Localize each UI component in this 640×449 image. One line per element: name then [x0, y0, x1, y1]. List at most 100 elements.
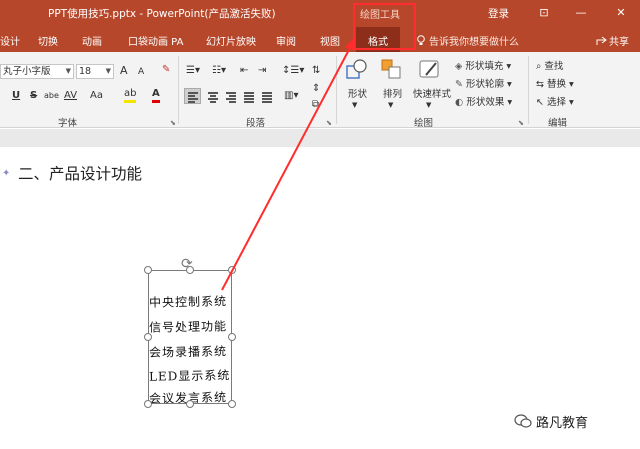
tell-me-text: 告诉我你想要做什么	[429, 37, 519, 48]
textbox-line: 信号处理功能	[148, 319, 228, 335]
tab-transitions[interactable]: 切换	[38, 33, 58, 48]
smartart-icon[interactable]: ⧉	[312, 98, 319, 112]
group-divider	[336, 56, 337, 124]
wechat-icon	[514, 414, 532, 428]
strikethrough-button[interactable]: S	[30, 89, 37, 103]
tab-animations[interactable]: 动画	[82, 33, 102, 48]
restore-ribbon-icon[interactable]: ⊡	[535, 4, 553, 22]
select-label: 选择	[547, 97, 567, 108]
paint-bucket-icon: ◈	[455, 61, 463, 72]
bullet-marker-icon: ✦	[2, 168, 11, 179]
highlight-button[interactable]: ab	[124, 88, 137, 103]
find-label: 查找	[544, 61, 564, 72]
drawing-group-label: 绘图	[414, 118, 434, 129]
slide-heading[interactable]: 二、产品设计功能	[18, 162, 142, 184]
chevron-down-icon: ▼	[352, 101, 358, 109]
font-size-combo[interactable]: 18 ▼	[76, 64, 114, 79]
resize-handle-left[interactable]	[144, 333, 152, 341]
chevron-down-icon: ▼	[426, 101, 432, 109]
pen-icon: ✎	[455, 79, 463, 90]
title-bar: PPT使用技巧.pptx - PowerPoint(产品激活失败) 绘图工具 登…	[0, 0, 640, 27]
group-divider	[178, 56, 179, 124]
window-title: PPT使用技巧.pptx - PowerPoint(产品激活失败)	[48, 8, 276, 20]
textbox-line: 会场录播系统	[148, 344, 228, 360]
annotation-highlight-box	[353, 3, 416, 50]
editing-group-label: 编辑	[548, 118, 568, 129]
textbox-line: 中央控制系统	[148, 294, 228, 310]
shape-outline-button[interactable]: ✎ 形状轮廓 ▾	[455, 76, 512, 90]
line-spacing-icon[interactable]: ↕☰▾	[282, 64, 304, 78]
shape-effects-button[interactable]: ◐ 形状效果 ▾	[455, 94, 512, 108]
share-button[interactable]: 共享	[596, 33, 629, 48]
font-name-value: 丸子小字版	[3, 66, 51, 77]
effects-icon: ◐	[455, 97, 464, 108]
ribbon-tabs: 设计 切换 动画 口袋动画 PA 幻灯片放映 审阅 视图 格式 告诉我你想要做什…	[0, 27, 640, 52]
increase-indent-icon[interactable]: ⇥	[258, 64, 266, 78]
minimize-icon[interactable]: —	[572, 4, 590, 22]
dialog-launcher-icon[interactable]: ⬊	[170, 116, 176, 130]
shapes-icon[interactable]	[345, 58, 369, 80]
tab-review[interactable]: 审阅	[276, 33, 296, 48]
resize-handle-top-right[interactable]	[228, 266, 236, 274]
shapes-button-label[interactable]: 形状	[348, 86, 367, 100]
grow-font-button[interactable]: A	[120, 64, 128, 78]
lightbulb-icon	[417, 35, 425, 45]
decrease-indent-icon[interactable]: ⇤	[240, 64, 248, 78]
resize-handle-top[interactable]	[186, 266, 194, 274]
quick-styles-button-label[interactable]: 快速样式	[413, 86, 451, 100]
share-label: 共享	[609, 37, 629, 48]
align-center-button[interactable]	[204, 88, 221, 104]
text-shadow-button[interactable]: abe	[44, 89, 59, 103]
cursor-icon: ↖	[536, 97, 544, 108]
dialog-launcher-icon[interactable]: ⬊	[326, 116, 332, 130]
find-button[interactable]: ⌕ 查找	[536, 58, 563, 72]
underline-button[interactable]: U	[12, 89, 20, 103]
justify-button[interactable]	[240, 88, 257, 104]
distribute-button[interactable]	[258, 88, 275, 104]
align-text-icon[interactable]: ⇕	[312, 82, 320, 96]
selected-textbox[interactable]: 中央控制系统 信号处理功能 会场录播系统 LED显示系统 会议发言系统	[148, 270, 232, 406]
replace-icon: ⇆	[536, 79, 544, 90]
resize-handle-bottom[interactable]	[186, 400, 194, 408]
bullets-icon[interactable]: ☰▾	[186, 64, 200, 78]
select-button[interactable]: ↖ 选择 ▾	[536, 94, 574, 108]
clear-format-icon[interactable]: ✎	[162, 63, 170, 77]
text-direction-icon[interactable]: ⇅	[312, 64, 320, 78]
tab-view[interactable]: 视图	[320, 33, 340, 48]
quick-styles-icon[interactable]	[418, 58, 442, 80]
tab-design[interactable]: 设计	[0, 33, 20, 48]
resize-handle-bottom-right[interactable]	[228, 400, 236, 408]
search-icon: ⌕	[536, 61, 542, 72]
shape-fill-label: 形状填充	[465, 61, 504, 72]
change-case-button[interactable]: Aa	[90, 89, 103, 103]
font-size-value: 18	[79, 66, 92, 77]
resize-handle-top-left[interactable]	[144, 266, 152, 274]
font-color-button[interactable]: A	[152, 88, 160, 103]
tab-slideshow[interactable]: 幻灯片放映	[206, 33, 256, 48]
align-left-button[interactable]	[184, 88, 201, 104]
replace-button[interactable]: ⇆ 替换 ▾	[536, 76, 574, 90]
char-spacing-button[interactable]: AV	[64, 89, 77, 103]
shrink-font-button[interactable]: A	[138, 65, 144, 79]
paragraph-group-label: 段落	[246, 118, 266, 129]
dialog-launcher-icon[interactable]: ⬊	[518, 116, 524, 130]
shape-effects-label: 形状效果	[466, 97, 505, 108]
share-icon	[596, 36, 607, 45]
chevron-down-icon: ▼	[65, 67, 71, 75]
shape-outline-label: 形状轮廓	[466, 79, 505, 90]
ribbon-panel: 丸子小字版 ▼ 18 ▼ A A ✎ U S abe AV Aa ab A 字体 ⬊…	[0, 52, 640, 130]
shape-fill-button[interactable]: ◈ 形状填充 ▾	[455, 58, 511, 72]
columns-icon[interactable]: ▥▾	[284, 89, 298, 103]
tell-me-search[interactable]: 告诉我你想要做什么	[416, 33, 519, 48]
align-right-button[interactable]	[222, 88, 239, 104]
numbering-icon[interactable]: ☷▾	[212, 64, 226, 78]
resize-handle-right[interactable]	[228, 333, 236, 341]
slide-top-strip	[0, 129, 640, 147]
resize-handle-bottom-left[interactable]	[144, 400, 152, 408]
close-icon[interactable]: ✕	[612, 4, 630, 22]
font-name-combo[interactable]: 丸子小字版 ▼	[0, 64, 74, 79]
textbox-line: LED显示系统	[148, 368, 231, 384]
login-button[interactable]: 登录	[488, 6, 509, 21]
tab-pocket-animation[interactable]: 口袋动画 PA	[128, 33, 183, 48]
arrange-icon[interactable]	[380, 58, 404, 80]
